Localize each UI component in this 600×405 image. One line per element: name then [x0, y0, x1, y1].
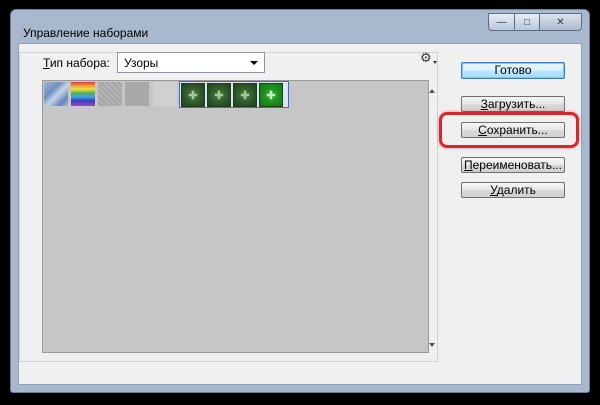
rename-button[interactable]: Переименовать... — [461, 157, 565, 173]
delete-mnemonic: У — [490, 183, 497, 197]
maximize-button[interactable]: □ — [514, 13, 539, 31]
chevron-down-icon[interactable] — [250, 61, 258, 65]
preset-type-value: Узоры — [124, 56, 159, 70]
selected-patterns: ✚ ✚ ✚ ✚ — [181, 83, 283, 107]
maximize-icon: □ — [523, 16, 531, 28]
vertical-scrollbar[interactable] — [428, 80, 438, 353]
preset-type-mnemonic: Т — [43, 56, 50, 70]
save-button-highlight — [439, 112, 579, 148]
close-button[interactable]: ✕ — [539, 13, 582, 31]
delete-label: далить — [496, 183, 536, 197]
plus-icon: ✚ — [188, 89, 198, 102]
pattern-swatch-blue-bubbles[interactable] — [44, 82, 68, 106]
window-controls: — □ ✕ — [488, 13, 582, 31]
gear-icon[interactable]: ⚙ — [420, 51, 432, 66]
pattern-swatch-green-3[interactable]: ✚ — [233, 83, 257, 107]
rename-mnemonic: П — [464, 158, 473, 172]
preset-type-label: Тип набора: — [43, 56, 110, 70]
preset-type-label-text: ип набора: — [49, 56, 110, 70]
done-button[interactable]: Готово — [461, 62, 565, 79]
load-mnemonic: З — [480, 97, 488, 111]
load-button[interactable]: Загрузить... — [461, 96, 565, 112]
pattern-swatch-light-gray[interactable] — [153, 82, 177, 106]
pattern-swatch-green-1[interactable]: ✚ — [181, 83, 205, 107]
scroll-down-icon[interactable] — [429, 343, 435, 347]
delete-button[interactable]: Удалить — [461, 182, 565, 198]
close-icon: ✕ — [556, 16, 565, 28]
pattern-swatch-gray-solid[interactable] — [125, 82, 149, 106]
pattern-swatch-green-2[interactable]: ✚ — [207, 83, 231, 107]
plus-icon: ✚ — [266, 89, 276, 102]
scroll-up-icon[interactable] — [429, 89, 435, 93]
minimize-button[interactable]: — — [488, 13, 514, 31]
load-label: агрузить... — [487, 97, 546, 111]
minimize-icon: — — [496, 16, 507, 28]
gear-menu-arrow-icon[interactable] — [433, 61, 437, 64]
preset-type-select[interactable]: Узоры — [117, 52, 265, 73]
pattern-swatch-green-4[interactable]: ✚ — [259, 83, 283, 107]
plus-icon: ✚ — [214, 89, 224, 102]
plus-icon: ✚ — [240, 89, 250, 102]
pattern-swatch-gray-noise[interactable] — [98, 82, 122, 106]
pattern-preview-area[interactable] — [42, 80, 429, 353]
title-bar[interactable]: Управление наборами — □ ✕ — [11, 10, 589, 44]
rename-label: ереименовать... — [472, 158, 562, 172]
pattern-swatch-rainbow[interactable] — [71, 82, 95, 106]
window-title: Управление наборами — [23, 26, 149, 40]
